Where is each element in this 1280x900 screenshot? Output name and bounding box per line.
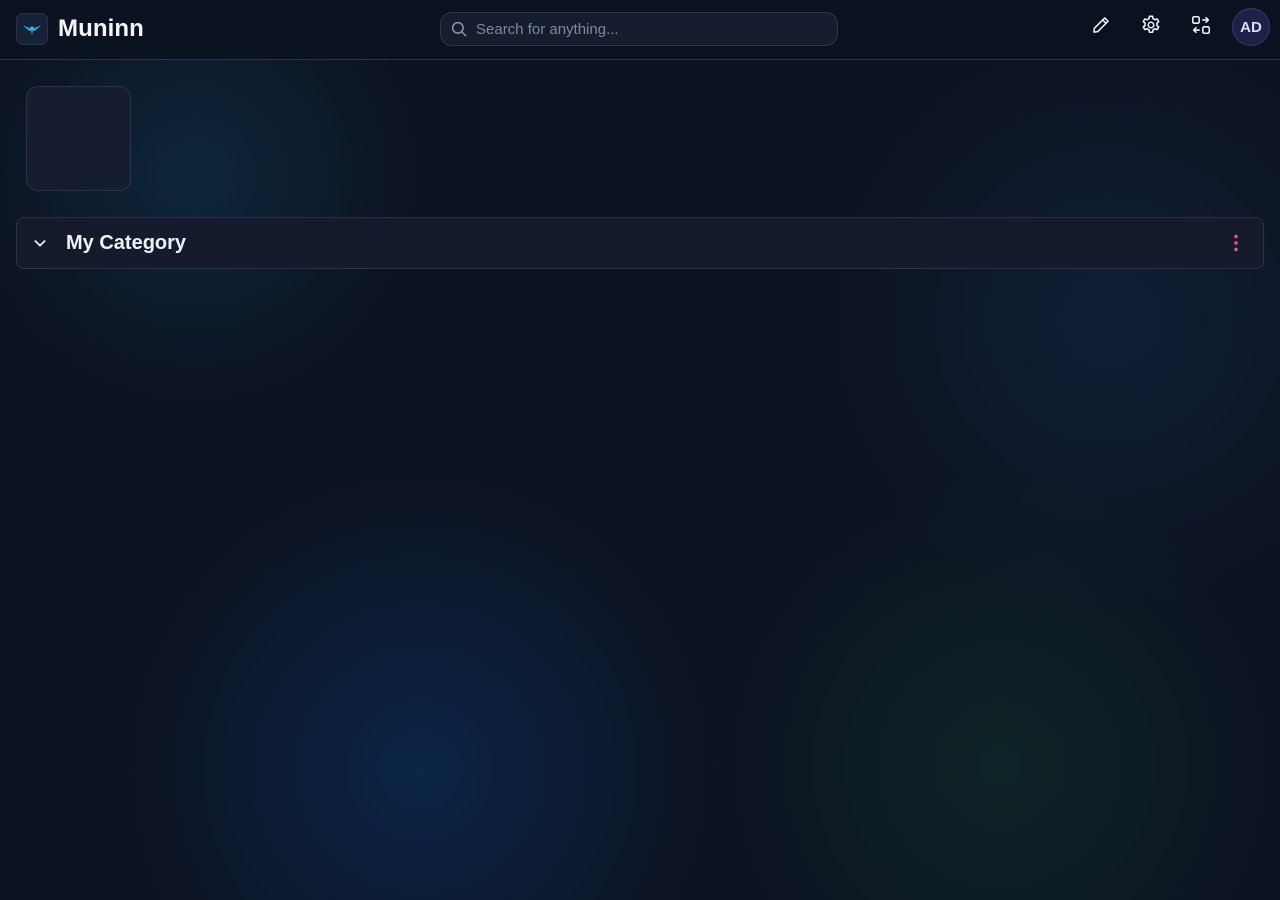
category-panel: My Category xyxy=(16,217,1264,269)
user-avatar[interactable]: AD xyxy=(1232,8,1270,46)
pencil-icon xyxy=(1091,15,1111,40)
switch-button[interactable] xyxy=(1182,8,1220,46)
header-actions: AD xyxy=(1070,8,1270,46)
settings-button[interactable] xyxy=(1132,8,1170,46)
raven-logo-icon xyxy=(16,13,48,45)
empty-tile[interactable] xyxy=(26,86,131,191)
search-bar[interactable] xyxy=(440,12,838,46)
category-title: My Category xyxy=(66,231,187,254)
chevron-down-icon[interactable] xyxy=(30,233,50,253)
search-input[interactable] xyxy=(468,13,837,45)
switch-layout-icon xyxy=(1190,14,1212,41)
search-icon xyxy=(450,20,468,38)
kebab-menu-icon[interactable] xyxy=(1225,228,1247,258)
app-title: Muninn xyxy=(58,15,144,42)
top-bar: Muninn Search for anything... AD xyxy=(0,0,1280,60)
edit-button[interactable] xyxy=(1082,8,1120,46)
brand[interactable]: Muninn xyxy=(16,13,144,45)
gear-icon xyxy=(1140,14,1162,41)
